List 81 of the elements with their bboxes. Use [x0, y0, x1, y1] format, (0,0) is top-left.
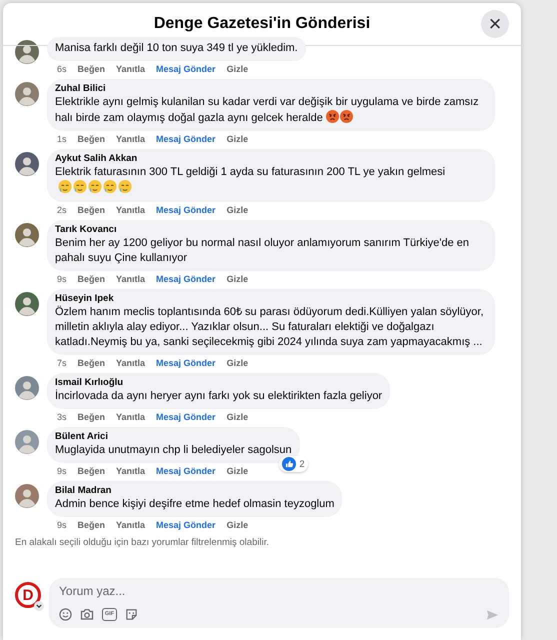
- commenter-name[interactable]: Hüseyin Ipek: [55, 293, 487, 305]
- like-link[interactable]: Beğen: [78, 358, 106, 369]
- comment-time[interactable]: 9s: [57, 520, 67, 531]
- reply-link[interactable]: Yanıtla: [116, 134, 146, 145]
- comment-text: İncirlovada da aynı heryer aynı farkı yok su elektirikten fazla geliyor: [55, 389, 382, 404]
- like-link[interactable]: Beğen: [78, 64, 106, 75]
- like-link[interactable]: Beğen: [78, 205, 106, 216]
- teary-face-icon: [118, 180, 132, 194]
- comment-text: Muglayida unutmayın chp li belediyeler sagolsun: [55, 443, 292, 458]
- comment-time[interactable]: 6s: [57, 64, 67, 75]
- comment-time[interactable]: 1s: [57, 134, 67, 145]
- comment-time[interactable]: 9s: [57, 274, 67, 285]
- dialog-title: Denge Gazetesi'in Gönderisi: [154, 15, 370, 33]
- chevron-down-icon[interactable]: [34, 601, 44, 611]
- comment-text: Benim her ay 1200 geliyor bu normal nasıl oluyor anlamıyorum sanırım Türkiye'de en pahalı suyu Çine kullanıyor: [55, 236, 470, 266]
- angry-face-icon: [326, 110, 339, 123]
- comment-text: Manisa farklı değil 10 ton suya 349 tl ye yükledim.: [55, 41, 298, 56]
- teary-face-icon: [88, 180, 102, 194]
- reply-link[interactable]: Yanıtla: [116, 64, 146, 75]
- hide-link[interactable]: Gizle: [226, 274, 248, 285]
- like-link[interactable]: Beğen: [78, 134, 106, 145]
- hide-link[interactable]: Gizle: [226, 412, 248, 423]
- reply-link[interactable]: Yanıtla: [116, 520, 146, 531]
- close-button[interactable]: ×: [481, 10, 509, 38]
- hide-link[interactable]: Gizle: [226, 134, 248, 145]
- like-link[interactable]: Beğen: [78, 520, 106, 531]
- avatar-icon[interactable]: [15, 430, 39, 454]
- reply-link[interactable]: Yanıtla: [116, 466, 146, 477]
- hide-link[interactable]: Gizle: [226, 358, 248, 369]
- camera-icon[interactable]: [80, 608, 94, 621]
- comment-text: Özlem hanım meclis toplantısında 60₺ su parası ödüyorum dedi.Külliyen yalan söylüyor, milletin aklıyla alay ediyor... Yazıklar olsun... Su faturaları elektiği ve doğalgazı katladı.Neymiş bu ya, sanki seçilecekmiş gibi 2024 yılında suya zam yapmayacakmış ...: [55, 305, 484, 350]
- comment-time[interactable]: 3s: [57, 412, 67, 423]
- hide-link[interactable]: Gizle: [226, 205, 248, 216]
- avatar-icon[interactable]: [15, 40, 39, 64]
- like-link[interactable]: Beğen: [78, 466, 106, 477]
- avatar-icon[interactable]: [15, 292, 39, 316]
- teary-face-icon: [58, 180, 72, 194]
- commenter-name[interactable]: Tarık Kovancı: [55, 224, 487, 236]
- comment-time[interactable]: 7s: [57, 358, 67, 369]
- like-link[interactable]: Beğen: [78, 412, 106, 423]
- commenter-name[interactable]: Bülent Arici: [55, 431, 292, 443]
- commenter-name[interactable]: Bilal Madran: [55, 485, 334, 497]
- reply-link[interactable]: Yanıtla: [116, 358, 146, 369]
- message-link[interactable]: Mesaj Gönder: [156, 64, 216, 75]
- hide-link[interactable]: Gizle: [226, 466, 248, 477]
- like-count-badge[interactable]: 2: [279, 456, 308, 472]
- comment-text: Elektrikle aynı gelmiş kulanilan su kadar verdi var değişik bir uygulama ve birde zamsız halı birde zam olaymış doğal gazla aynı gelcek heralde: [55, 95, 480, 126]
- filter-note: En alakalı seçili olduğu için bazı yorumlar filtrelenmiş olabilir.: [15, 537, 270, 548]
- commenter-name[interactable]: Ismail Kırlıoğlu: [55, 377, 382, 389]
- avatar-icon[interactable]: [15, 223, 39, 247]
- message-link[interactable]: Mesaj Gönder: [156, 520, 216, 531]
- angry-face-icon: [340, 110, 353, 123]
- reply-link[interactable]: Yanıtla: [116, 274, 146, 285]
- hide-link[interactable]: Gizle: [226, 520, 248, 531]
- page-avatar[interactable]: D: [15, 582, 41, 608]
- comment-text: Elektrik faturasının 300 TL geldiği 1 ayda su faturasının 200 TL ye yakın gelmesi: [55, 165, 487, 197]
- hide-link[interactable]: Gizle: [226, 64, 248, 75]
- avatar-icon[interactable]: [15, 484, 39, 508]
- avatar-icon[interactable]: [15, 376, 39, 400]
- message-link[interactable]: Mesaj Gönder: [156, 205, 216, 216]
- comment-time[interactable]: 9s: [57, 466, 67, 477]
- reply-link[interactable]: Yanıtla: [116, 412, 146, 423]
- like-link[interactable]: Beğen: [78, 274, 106, 285]
- thumbs-up-icon: [282, 457, 296, 471]
- teary-face-icon: [73, 180, 87, 194]
- commenter-name[interactable]: Zuhal Bilici: [55, 83, 487, 95]
- message-link[interactable]: Mesaj Gönder: [156, 466, 216, 477]
- comment-time[interactable]: 2s: [57, 205, 67, 216]
- reply-link[interactable]: Yanıtla: [116, 205, 146, 216]
- commenter-name[interactable]: Aykut Salih Akkan: [55, 153, 487, 165]
- avatar-icon[interactable]: [15, 82, 39, 106]
- message-link[interactable]: Mesaj Gönder: [156, 358, 216, 369]
- like-count: 2: [299, 458, 305, 470]
- message-link[interactable]: Mesaj Gönder: [156, 412, 216, 423]
- teary-face-icon: [103, 180, 117, 194]
- sticker-icon[interactable]: [125, 608, 138, 621]
- avatar-icon[interactable]: [15, 152, 39, 176]
- message-link[interactable]: Mesaj Gönder: [156, 134, 216, 145]
- smiley-icon[interactable]: [59, 608, 72, 621]
- message-link[interactable]: Mesaj Gönder: [156, 274, 216, 285]
- comment-text: Admin bence kişiyi deşifre etme hedef olmasin teyzoglum: [55, 497, 334, 512]
